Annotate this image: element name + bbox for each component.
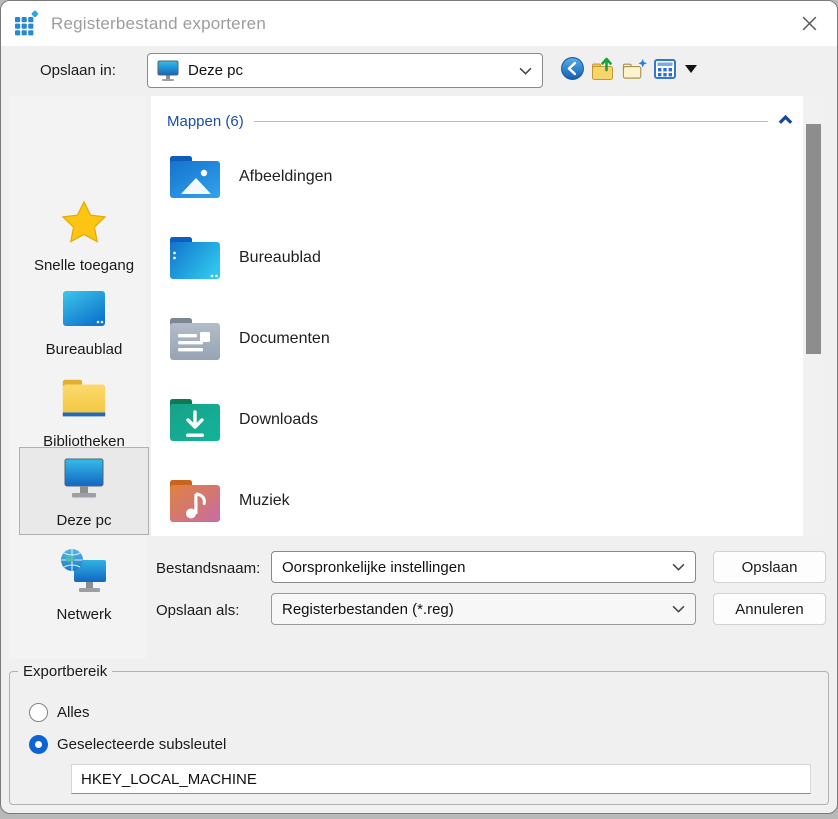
chevron-down-icon [672,600,685,618]
sidebar-item-label: Deze pc [56,512,112,529]
sidebar-item-network[interactable]: Netwerk [19,543,149,623]
sidebar-item-label: Snelle toegang [33,257,135,274]
radio-unchecked-icon[interactable] [29,703,48,722]
back-icon[interactable] [559,55,585,82]
places-sidebar: Snelle toegang Bureaublad Bibliotheken D… [9,96,149,659]
sidebar-item-quick-access[interactable]: Snelle toegang [19,194,149,274]
sidebar-item-this-pc[interactable]: Deze pc [19,447,149,535]
this-pc-icon [20,457,148,508]
chevron-up-icon[interactable] [778,112,793,130]
folder-name: Downloads [239,411,319,428]
filename-value: Oorspronkelijke instellingen [282,558,466,576]
music-folder-icon [167,475,223,527]
desktop-folder-icon [167,232,223,284]
selected-subkey-value: HKEY_LOCAL_MACHINE [81,770,257,788]
navigation-toolbar [559,55,697,82]
chevron-down-icon [672,558,685,576]
desktop-icon [19,288,149,337]
save-button[interactable]: Opslaan [713,551,826,583]
window-title: Registerbestand exporteren [51,13,266,33]
radio-label: Geselecteerde subsleutel [57,736,227,753]
radio-label: Alles [57,704,90,721]
view-menu-icon[interactable] [652,55,678,82]
folder-name: Documenten [239,330,330,347]
pictures-folder-icon [167,151,223,203]
export-registry-dialog: Registerbestand exporteren Opslaan in: D… [0,0,838,814]
sidebar-item-label: Bureaublad [45,341,123,358]
sidebar-item-desktop[interactable]: Bureaublad [19,284,149,358]
filetype-combobox[interactable]: Registerbestanden (*.reg) [271,593,696,625]
close-icon [802,16,816,31]
folder-name: Afbeeldingen [239,168,333,185]
radio-option-all[interactable]: Alles [29,703,90,722]
chevron-down-icon [519,62,532,80]
close-button[interactable] [793,8,825,40]
downloads-folder-icon [167,394,223,446]
folder-item-afbeeldingen[interactable]: Afbeeldingen [167,148,727,206]
title-bar: Registerbestand exporteren [1,1,837,46]
cancel-button[interactable]: Annuleren [713,593,826,625]
up-one-level-icon[interactable] [590,55,616,82]
registry-icon [13,10,40,37]
save-in-value: Deze pc [188,62,244,79]
network-icon [19,547,149,602]
folder-item-muziek[interactable]: Muziek [167,472,727,530]
filename-label: Bestandsnaam: [156,560,261,577]
folder-name: Muziek [239,492,290,509]
scrollbar-thumb[interactable] [806,124,821,354]
radio-option-selected-subkey[interactable]: Geselecteerde subsleutel [29,735,226,754]
save-in-combobox[interactable]: Deze pc [147,53,543,88]
filetype-value: Registerbestanden (*.reg) [282,600,454,618]
libraries-folder-icon [19,374,149,429]
star-icon [19,198,149,253]
folder-item-documenten[interactable]: Documenten [167,310,727,368]
folders-group-title: Mappen (6) [167,112,244,130]
folder-item-downloads[interactable]: Downloads [167,391,727,449]
new-folder-icon[interactable] [621,55,647,82]
view-menu-dropdown-caret[interactable] [685,64,697,73]
folder-item-bureaublad[interactable]: Bureaublad [167,229,727,287]
folder-name: Bureaublad [239,249,321,266]
filename-combobox[interactable]: Oorspronkelijke instellingen [271,551,696,583]
documents-folder-icon [167,313,223,365]
this-pc-icon [156,60,180,82]
group-separator-line [253,120,768,122]
export-range-legend: Exportbereik [23,663,108,680]
folders-group-header[interactable]: Mappen (6) [167,110,793,132]
sidebar-item-libraries[interactable]: Bibliotheken [19,370,149,450]
selected-subkey-input[interactable]: HKEY_LOCAL_MACHINE [71,764,811,794]
radio-checked-icon[interactable] [29,735,48,754]
save-in-label: Opslaan in: [40,62,116,79]
sidebar-item-label: Netwerk [56,606,112,623]
filetype-label: Opslaan als: [156,602,240,619]
